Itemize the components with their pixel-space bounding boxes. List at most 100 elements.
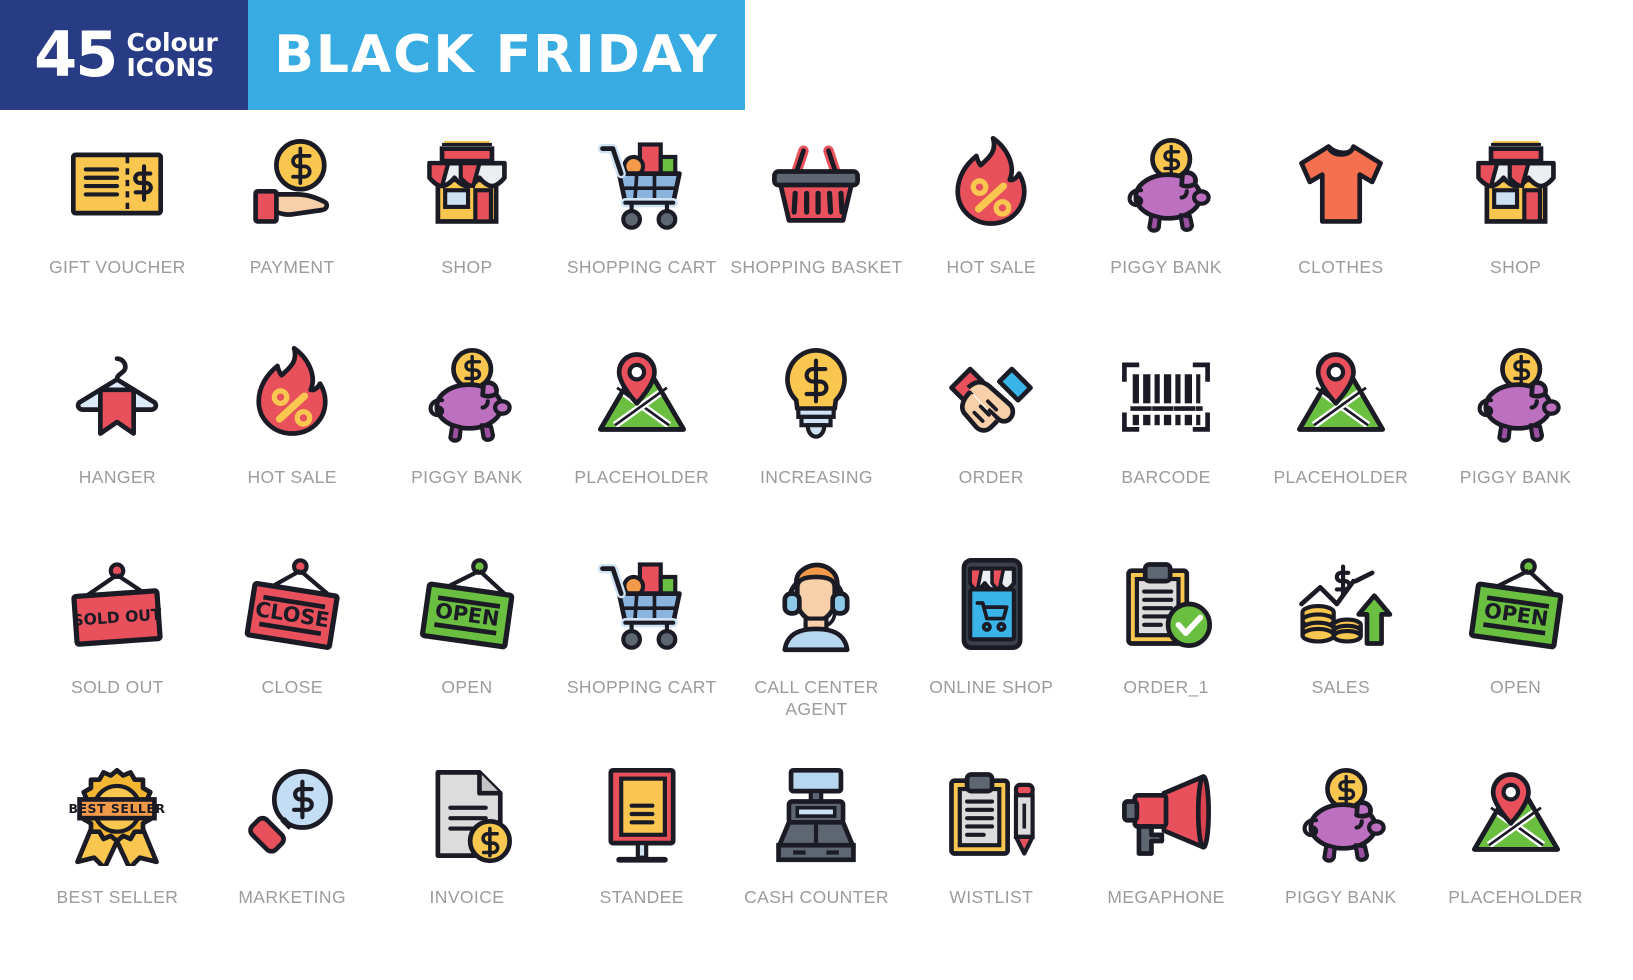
icon-label: CALL CENTER AGENT xyxy=(754,677,879,719)
header-subtitle: Colour ICONS xyxy=(126,30,217,80)
icon-cell-sales[interactable]: SALES xyxy=(1253,545,1428,755)
icon-cell-payment[interactable]: PAYMENT xyxy=(205,125,380,335)
icon-cell-cash-counter[interactable]: CASH COUNTER xyxy=(729,755,904,965)
sold-out-icon[interactable] xyxy=(57,545,177,663)
icon-cell-piggy-bank[interactable]: PIGGY BANK xyxy=(380,335,555,545)
icon-cell-megaphone[interactable]: MEGAPHONE xyxy=(1079,755,1254,965)
icon-label: HANGER xyxy=(78,467,157,487)
icon-cell-piggy-bank[interactable]: PIGGY BANK xyxy=(1079,125,1254,335)
page-title: BLACK FRIDAY xyxy=(274,25,719,85)
icon-cell-wistlist[interactable]: WISTLIST xyxy=(904,755,1079,965)
icon-cell-shop[interactable]: SHOP xyxy=(380,125,555,335)
open-icon[interactable] xyxy=(407,545,527,663)
icon-label: BARCODE xyxy=(1121,467,1211,487)
header-icons-label: ICONS xyxy=(126,53,215,82)
invoice-icon[interactable] xyxy=(407,755,527,873)
icon-cell-order[interactable]: ORDER xyxy=(904,335,1079,545)
icon-label: SHOP xyxy=(441,257,493,277)
icon-label: CLOSE xyxy=(261,677,323,697)
megaphone-icon[interactable] xyxy=(1106,755,1226,873)
icon-cell-best-seller[interactable]: BEST SELLER xyxy=(30,755,205,965)
best-seller-icon[interactable] xyxy=(57,755,177,873)
icon-cell-gift-voucher[interactable]: GIFT VOUCHER xyxy=(30,125,205,335)
piggy-bank-icon[interactable] xyxy=(407,335,527,453)
cash-counter-icon[interactable] xyxy=(756,755,876,873)
increasing-icon[interactable] xyxy=(756,335,876,453)
icon-label: PLACEHOLDER xyxy=(1273,467,1409,487)
standee-icon[interactable] xyxy=(582,755,702,873)
hot-sale-icon[interactable] xyxy=(931,125,1051,243)
close-icon[interactable] xyxy=(232,545,352,663)
icon-label: HOT SALE xyxy=(247,467,337,487)
wistlist-icon[interactable] xyxy=(931,755,1051,873)
icon-label: PLACEHOLDER xyxy=(1448,887,1583,907)
icon-cell-placeholder[interactable]: PLACEHOLDER xyxy=(1428,755,1603,965)
gift-voucher-icon[interactable] xyxy=(57,125,177,243)
placeholder-icon[interactable] xyxy=(1281,335,1401,453)
icon-cell-invoice[interactable]: INVOICE xyxy=(380,755,555,965)
icon-cell-placeholder[interactable]: PLACEHOLDER xyxy=(554,335,729,545)
hanger-icon[interactable] xyxy=(57,335,177,453)
icon-label: OPEN xyxy=(441,677,493,697)
sales-icon[interactable] xyxy=(1281,545,1401,663)
placeholder-icon[interactable] xyxy=(582,335,702,453)
icon-cell-open[interactable]: OPEN xyxy=(380,545,555,755)
icon-cell-marketing[interactable]: MARKETING xyxy=(205,755,380,965)
shopping-basket-icon[interactable] xyxy=(756,125,876,243)
icon-label: PIGGY BANK xyxy=(1110,257,1222,277)
icon-cell-shopping-basket[interactable]: SHOPPING BASKET xyxy=(729,125,904,335)
icon-cell-shopping-cart[interactable]: SHOPPING CART xyxy=(554,125,729,335)
barcode-icon[interactable] xyxy=(1106,335,1226,453)
icon-label: CLOTHES xyxy=(1298,257,1384,277)
header-colour-label: Colour xyxy=(126,28,218,57)
header-title-block: BLACK FRIDAY xyxy=(248,0,745,110)
icon-cell-placeholder[interactable]: PLACEHOLDER xyxy=(1253,335,1428,545)
clothes-icon[interactable] xyxy=(1281,125,1401,243)
icon-cell-piggy-bank[interactable]: PIGGY BANK xyxy=(1428,335,1603,545)
icon-label: SALES xyxy=(1311,677,1371,697)
icon-label: PIGGY BANK xyxy=(1459,467,1572,487)
icon-cell-sold-out[interactable]: SOLD OUT xyxy=(30,545,205,755)
icon-cell-piggy-bank[interactable]: PIGGY BANK xyxy=(1253,755,1428,965)
icon-cell-hot-sale[interactable]: HOT SALE xyxy=(205,335,380,545)
order-icon[interactable] xyxy=(931,335,1051,453)
icon-cell-shop[interactable]: SHOP xyxy=(1428,125,1603,335)
icon-label: OPEN xyxy=(1490,677,1542,697)
icon-cell-hanger[interactable]: HANGER xyxy=(30,335,205,545)
icon-cell-order-1[interactable]: ORDER_1 xyxy=(1079,545,1254,755)
shopping-cart-icon[interactable] xyxy=(582,125,702,243)
piggy-bank-icon[interactable] xyxy=(1281,755,1401,873)
icon-cell-shopping-cart[interactable]: SHOPPING CART xyxy=(554,545,729,755)
shop-icon[interactable] xyxy=(407,125,527,243)
icon-cell-hot-sale[interactable]: HOT SALE xyxy=(904,125,1079,335)
online-shop-icon[interactable] xyxy=(931,545,1051,663)
icon-cell-barcode[interactable]: BARCODE xyxy=(1079,335,1254,545)
icon-cell-close[interactable]: CLOSE xyxy=(205,545,380,755)
shopping-cart-icon[interactable] xyxy=(582,545,702,663)
call-center-agent-icon[interactable] xyxy=(756,545,876,663)
icon-count: 45 xyxy=(34,18,118,92)
icon-label: STANDEE xyxy=(599,887,684,907)
piggy-bank-icon[interactable] xyxy=(1106,125,1226,243)
shop-icon[interactable] xyxy=(1456,125,1576,243)
icon-label: SHOPPING CART xyxy=(566,677,717,697)
icon-label: MARKETING xyxy=(238,887,346,907)
header-count-block: 45 Colour ICONS xyxy=(0,0,248,110)
icon-cell-increasing[interactable]: INCREASING xyxy=(729,335,904,545)
icon-cell-call-center-agent[interactable]: CALL CENTER AGENT xyxy=(729,545,904,755)
icon-label: CASH COUNTER xyxy=(744,887,889,907)
icon-cell-clothes[interactable]: CLOTHES xyxy=(1253,125,1428,335)
marketing-icon[interactable] xyxy=(232,755,352,873)
hot-sale-icon[interactable] xyxy=(232,335,352,453)
payment-icon[interactable] xyxy=(232,125,352,243)
icon-cell-standee[interactable]: STANDEE xyxy=(554,755,729,965)
piggy-bank-icon[interactable] xyxy=(1456,335,1576,453)
icon-label: SHOPPING CART xyxy=(566,257,717,277)
order-1-icon[interactable] xyxy=(1106,545,1226,663)
open-icon[interactable] xyxy=(1456,545,1576,663)
icon-cell-open[interactable]: OPEN xyxy=(1428,545,1603,755)
icon-label: PIGGY BANK xyxy=(1285,887,1397,907)
placeholder-icon[interactable] xyxy=(1456,755,1576,873)
icon-label: MEGAPHONE xyxy=(1107,887,1225,907)
icon-cell-online-shop[interactable]: ONLINE SHOP xyxy=(904,545,1079,755)
